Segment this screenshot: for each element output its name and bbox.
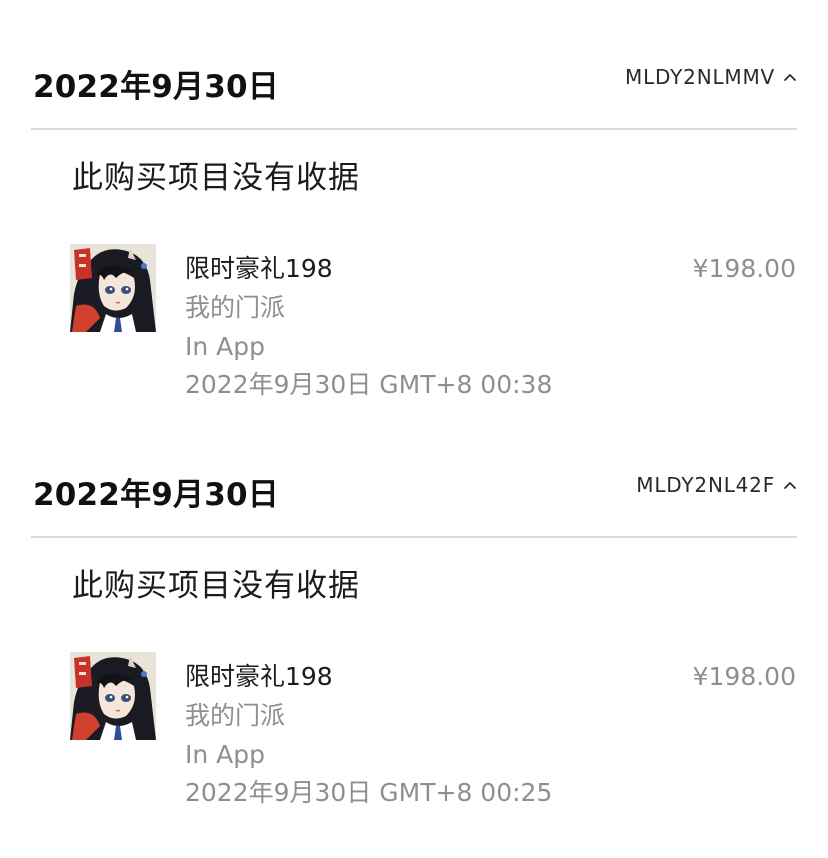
item-type: In App (185, 332, 266, 361)
order-id-toggle[interactable]: MLDY2NLMMV (625, 62, 797, 92)
purchase-date-heading: 2022年9月30日 (33, 69, 279, 105)
item-datetime: 2022年9月30日 GMT+8 00:38 (185, 370, 553, 399)
order-id-toggle[interactable]: MLDY2NL42F (636, 470, 797, 500)
game-app-icon (70, 244, 156, 332)
no-receipt-note: 此购买项目没有收据 (72, 160, 360, 196)
purchase-date-heading: 2022年9月30日 (33, 477, 279, 513)
item-type: In App (185, 740, 266, 769)
divider (31, 536, 797, 538)
game-app-icon (70, 652, 156, 740)
item-app-name: 我的门派 (185, 701, 286, 730)
item-app-name: 我的门派 (185, 293, 286, 322)
chevron-up-icon (784, 74, 796, 81)
item-price: ¥198.00 (692, 254, 796, 283)
item-title: 限时豪礼198 (185, 254, 333, 283)
chevron-up-icon (784, 482, 796, 489)
no-receipt-note: 此购买项目没有收据 (72, 568, 360, 604)
order-id-label: MLDY2NL42F (636, 473, 775, 497)
item-title: 限时豪礼198 (185, 662, 333, 691)
item-price: ¥198.00 (692, 662, 796, 691)
divider (31, 128, 797, 130)
item-datetime: 2022年9月30日 GMT+8 00:25 (185, 778, 553, 807)
order-id-label: MLDY2NLMMV (625, 65, 775, 89)
